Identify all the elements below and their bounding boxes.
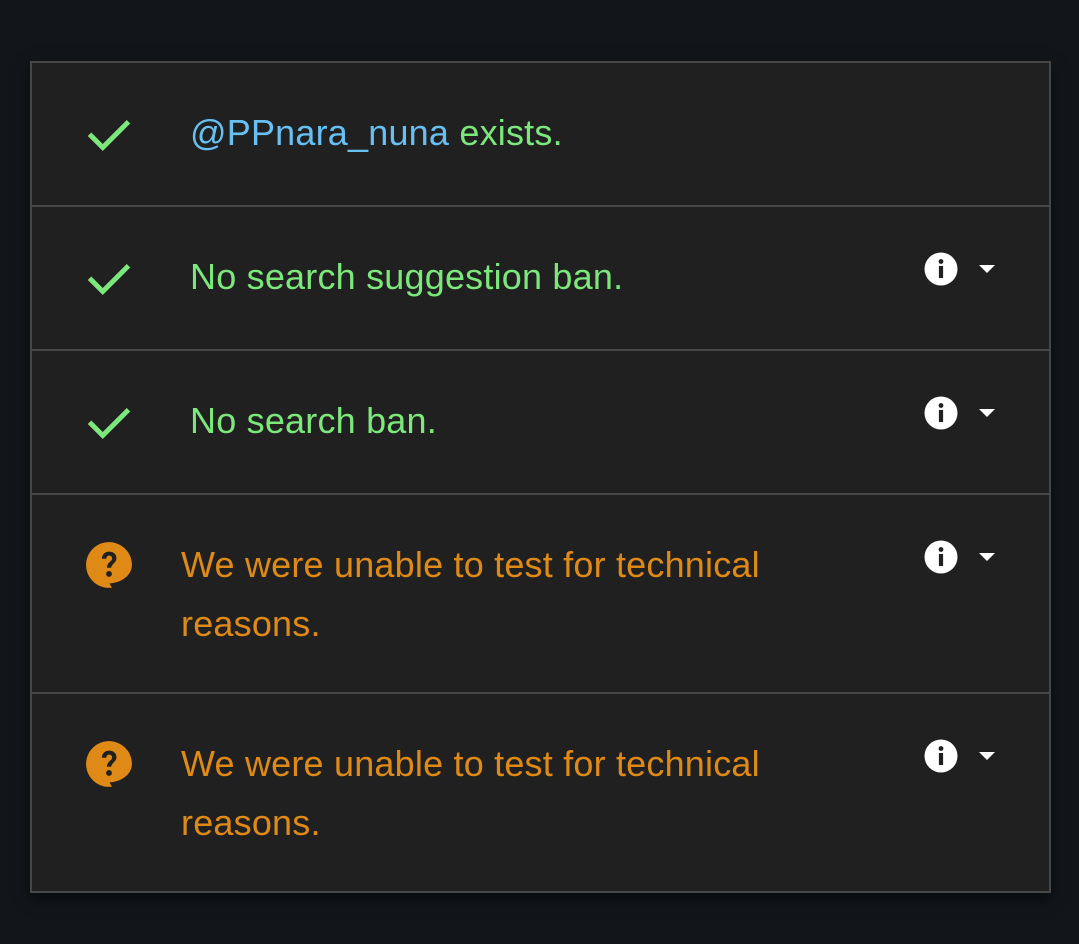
exists-text: exists. [449,112,563,153]
question-bubble-icon [84,739,134,789]
result-row-unable-to-test: We were unable to test for technical rea… [32,495,1049,694]
result-message: @PPnara_nuna exists. [190,103,563,162]
shadowban-results-panel: @PPnara_nuna exists. No search suggestio… [30,61,1051,893]
info-icon[interactable] [923,539,959,575]
info-icon[interactable] [923,251,959,287]
username-handle[interactable]: @PPnara_nuna [190,112,449,153]
check-icon [84,398,134,448]
result-message: We were unable to test for technical rea… [181,544,760,644]
row-actions [923,738,1001,774]
row-actions [923,395,1001,431]
result-message: No search suggestion ban. [190,256,624,297]
row-actions [923,251,1001,287]
caret-down-icon[interactable] [977,551,997,563]
result-row-unable-to-test: We were unable to test for technical rea… [32,694,1049,891]
info-icon[interactable] [923,395,959,431]
result-message: We were unable to test for technical rea… [181,743,760,843]
caret-down-icon[interactable] [977,263,997,275]
result-row-search-suggestion-ban: No search suggestion ban. [32,207,1049,351]
caret-down-icon[interactable] [977,407,997,419]
result-message: No search ban. [190,400,437,441]
row-actions [923,539,1001,575]
check-icon [84,254,134,304]
info-icon[interactable] [923,738,959,774]
result-row-exists: @PPnara_nuna exists. [32,63,1049,207]
caret-down-icon[interactable] [977,750,997,762]
check-icon [84,110,134,160]
result-row-search-ban: No search ban. [32,351,1049,495]
question-bubble-icon [84,540,134,590]
